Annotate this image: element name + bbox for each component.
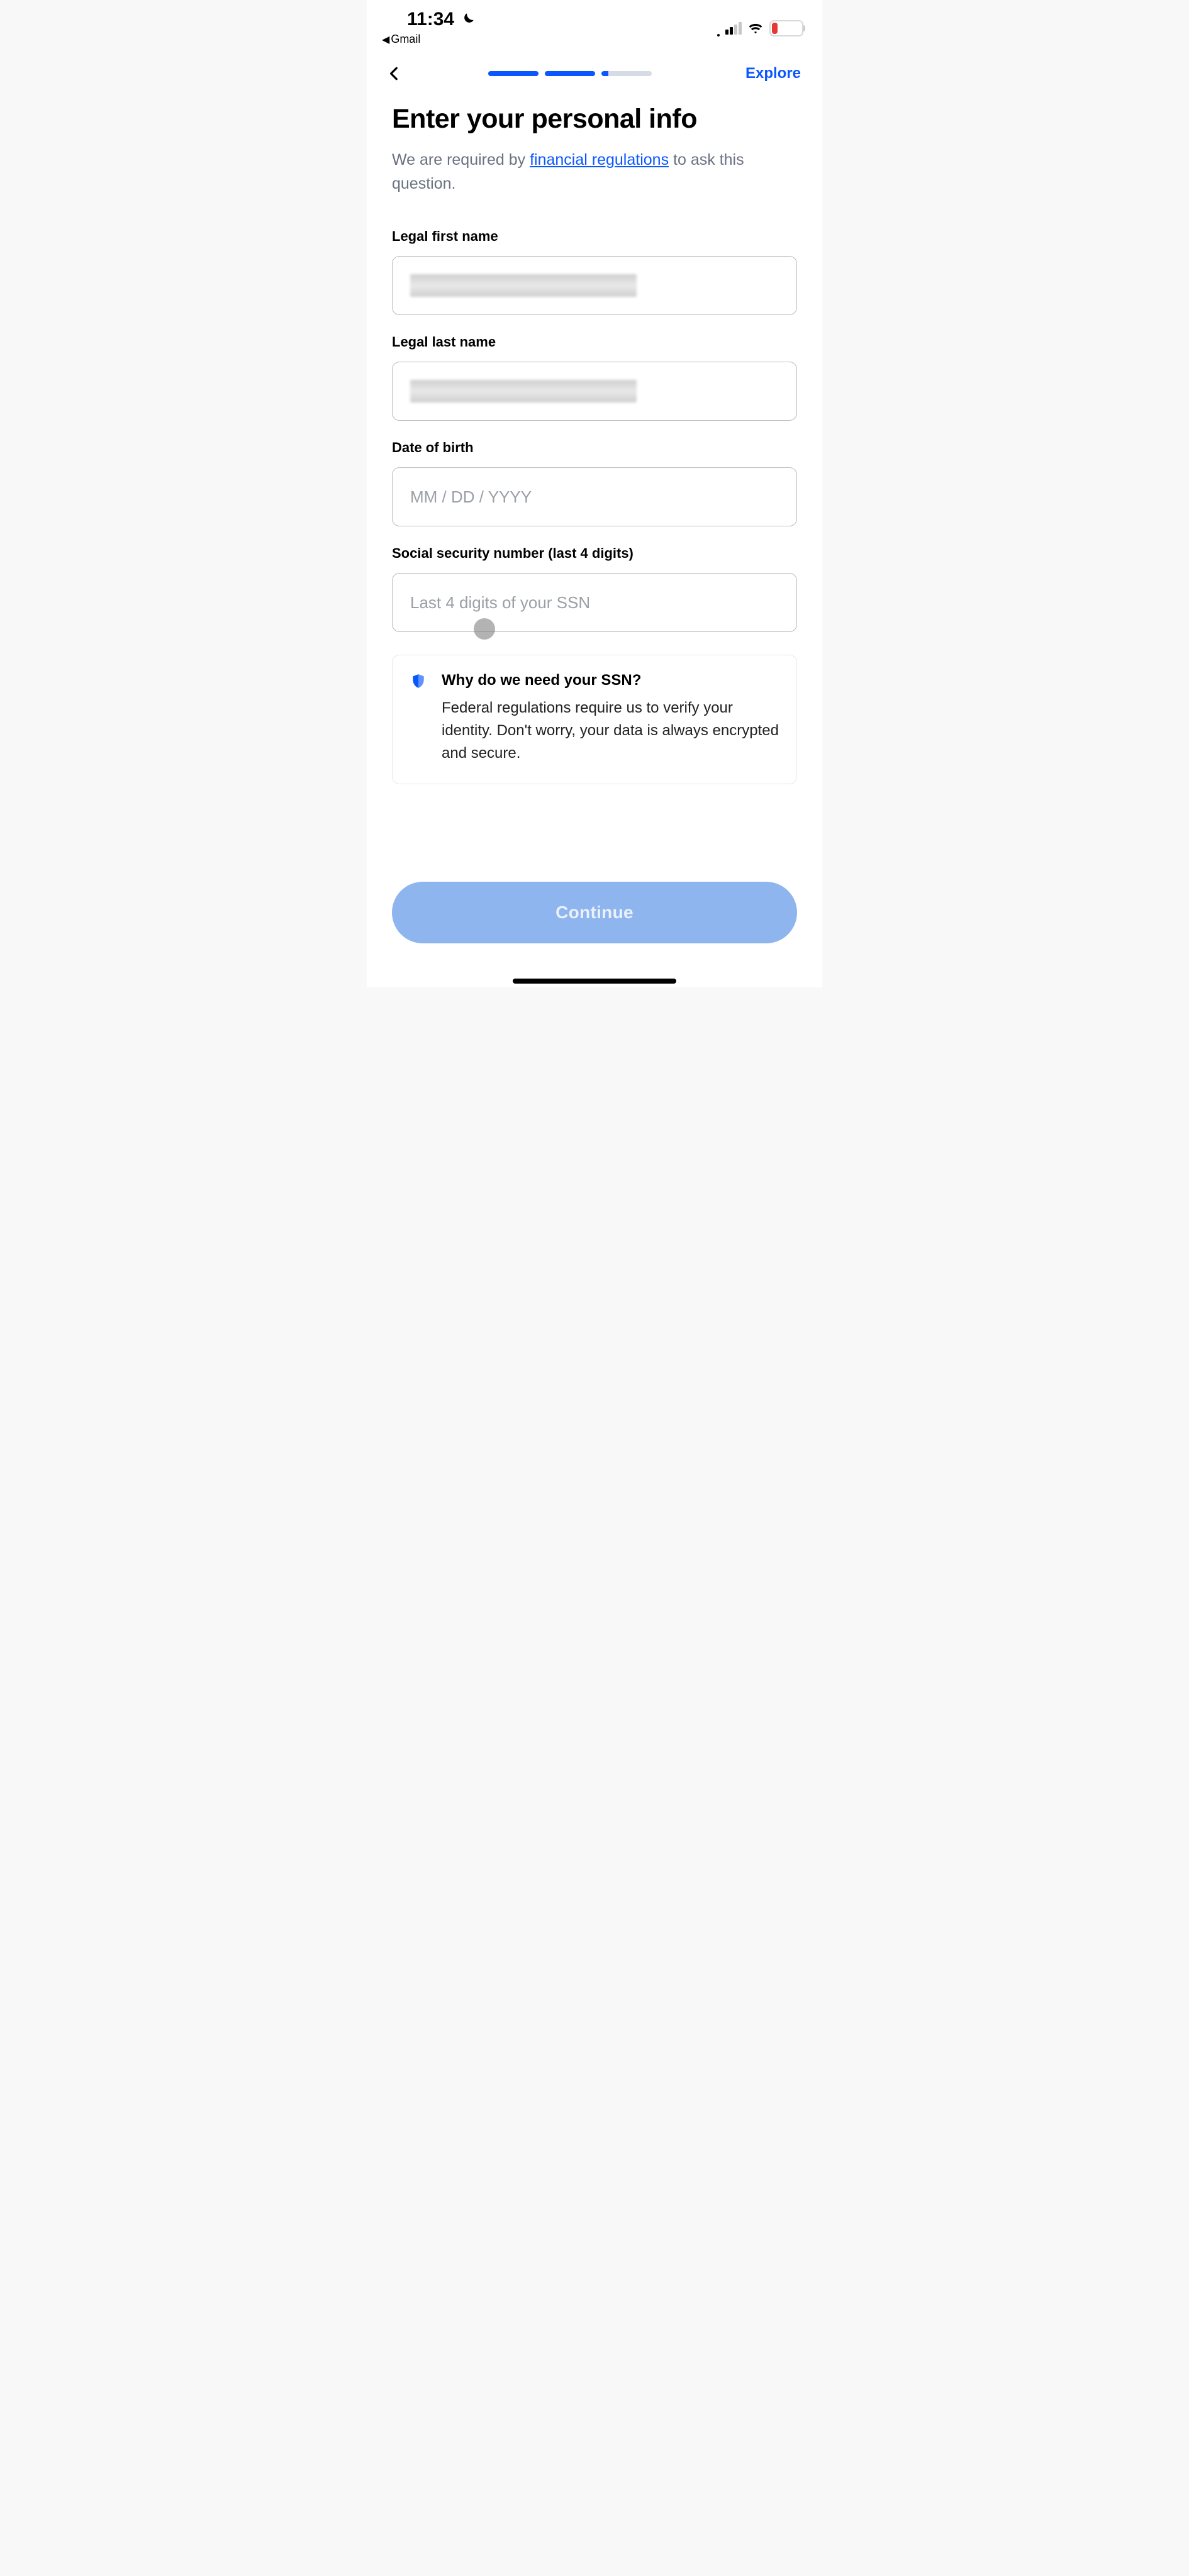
onboarding-progress — [412, 71, 728, 76]
status-bar: 11:34 ◀ Gmail 17 — [367, 0, 822, 46]
first-name-group: Legal first name — [392, 228, 797, 315]
ssn-input-wrapper — [392, 573, 797, 632]
status-time: 11:34 — [407, 9, 454, 30]
first-name-label: Legal first name — [392, 228, 797, 245]
ssn-group: Social security number (last 4 digits) — [392, 545, 797, 632]
battery-icon: 17 — [769, 20, 803, 36]
first-name-redacted — [410, 274, 637, 297]
dob-input-wrapper — [392, 467, 797, 526]
ssn-label: Social security number (last 4 digits) — [392, 545, 797, 562]
back-to-app-link[interactable]: ◀ Gmail — [382, 33, 476, 46]
page-title: Enter your personal info — [392, 104, 797, 135]
ssn-info-title: Why do we need your SSN? — [442, 672, 779, 689]
status-left: 11:34 ◀ Gmail — [382, 9, 476, 46]
cell-signal-icon — [725, 22, 742, 35]
wifi-icon — [748, 21, 763, 36]
page-subtitle: We are required by financial regulations… — [392, 148, 797, 196]
bottom-bar: Continue — [367, 882, 822, 969]
last-name-group: Legal last name — [392, 334, 797, 421]
content: Enter your personal info We are required… — [367, 89, 822, 882]
last-name-input[interactable] — [392, 362, 797, 421]
subtitle-pre: We are required by — [392, 151, 530, 169]
first-name-input[interactable] — [392, 256, 797, 315]
left-triangle-icon: ◀ — [382, 33, 389, 46]
ssn-info-body: Federal regulations require us to verify… — [442, 697, 779, 765]
continue-button[interactable]: Continue — [392, 882, 797, 943]
financial-regulations-link[interactable]: financial regulations — [530, 151, 669, 169]
do-not-disturb-moon-icon — [459, 11, 476, 28]
shield-icon — [410, 672, 429, 765]
ssn-info-card: Why do we need your SSN? Federal regulat… — [392, 655, 797, 784]
nav-bar: Explore — [367, 46, 822, 89]
back-to-app-label: Gmail — [391, 33, 420, 46]
status-right: 17 — [717, 9, 807, 36]
home-indicator[interactable] — [513, 979, 676, 984]
progress-step-2 — [545, 71, 595, 76]
phone-frame: 11:34 ◀ Gmail 17 — [367, 0, 822, 987]
ssn-input[interactable] — [410, 593, 779, 613]
progress-step-3 — [601, 71, 652, 76]
progress-step-1 — [488, 71, 539, 76]
battery-percent: 17 — [781, 23, 791, 33]
explore-link[interactable]: Explore — [737, 65, 803, 82]
cell-signal-dot-icon — [717, 34, 720, 36]
dob-group: Date of birth — [392, 440, 797, 526]
back-button[interactable] — [386, 65, 403, 82]
dob-input[interactable] — [410, 487, 779, 507]
touch-indicator-icon — [474, 618, 495, 640]
dob-label: Date of birth — [392, 440, 797, 456]
last-name-redacted — [410, 380, 637, 402]
ssn-info-text: Why do we need your SSN? Federal regulat… — [442, 672, 779, 765]
last-name-label: Legal last name — [392, 334, 797, 350]
